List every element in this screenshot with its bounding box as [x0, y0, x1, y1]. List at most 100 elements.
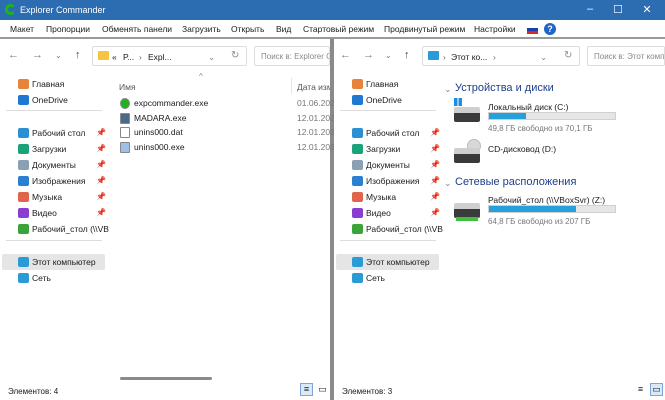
nav-item-label: Загрузки	[32, 144, 67, 154]
menu-start-mode[interactable]: Стартовый режим	[303, 24, 374, 34]
file-name: expcommander.exe	[134, 98, 209, 108]
menu-swap-panels[interactable]: Обменять панели	[102, 24, 172, 34]
search-input[interactable]: Поиск в: Этот комп	[587, 46, 665, 66]
document-icon	[352, 160, 363, 170]
up-button[interactable]: ↑	[404, 49, 410, 61]
installer-icon	[120, 112, 130, 124]
address-dropdown-icon[interactable]: ⌄	[540, 52, 547, 63]
breadcrumb-overflow[interactable]: «	[112, 52, 117, 62]
sort-ascending-icon: ^	[199, 72, 203, 81]
pin-icon[interactable]: 📌	[430, 128, 440, 137]
app-logo-icon	[5, 4, 16, 15]
breadcrumb-separator[interactable]: ›	[493, 52, 496, 62]
column-divider[interactable]	[291, 78, 292, 94]
home-icon	[18, 79, 29, 89]
status-item-count: Элементов: 4	[8, 387, 59, 396]
pin-icon[interactable]: 📌	[430, 208, 440, 217]
drive-usage-bar	[488, 205, 616, 213]
help-icon[interactable]: ?	[544, 23, 556, 35]
drive-name[interactable]: CD-дисковод (D:)	[488, 144, 556, 154]
back-button[interactable]: ←	[8, 49, 19, 61]
nav-divider	[340, 240, 436, 241]
nav-item-label: Изображения	[366, 176, 420, 186]
nav-item-label: Рабочий_стол (\\VB	[366, 224, 443, 234]
group-header-devices[interactable]: Устройства и диски	[455, 82, 554, 94]
pin-icon[interactable]: 📌	[96, 176, 106, 185]
menu-layout[interactable]: Макет	[10, 24, 34, 34]
close-button[interactable]: ✕	[637, 3, 657, 16]
left-panel: ← → ⌄ ↑ « Р... › Expl... ⌄ ↻ Поиск в: Ex…	[0, 40, 340, 400]
recent-dropdown-button[interactable]: ⌄	[385, 51, 392, 60]
forward-button[interactable]: →	[32, 49, 43, 61]
back-button[interactable]: ←	[340, 49, 351, 61]
language-flag-icon[interactable]	[527, 25, 538, 34]
file-row[interactable]: unins000.exe 12.01.2025	[120, 141, 340, 155]
breadcrumb-item[interactable]: Этот ко...	[451, 52, 487, 62]
pin-icon[interactable]: 📌	[430, 160, 440, 169]
pin-icon[interactable]: 📌	[96, 128, 106, 137]
nav-item-label: Рабочий стол	[366, 128, 420, 138]
drive-free-space: 64,8 ГБ свободно из 207 ГБ	[488, 217, 591, 226]
collapse-chevron-icon[interactable]: ⌄	[444, 178, 452, 189]
address-dropdown-icon[interactable]: ⌄	[208, 52, 215, 63]
tiles-view-button[interactable]: ▭	[650, 383, 663, 396]
file-row[interactable]: unins000.dat 12.01.2025	[120, 126, 340, 140]
menu-load[interactable]: Загрузить	[182, 24, 221, 34]
file-row[interactable]: expcommander.exe 01.06.2024	[120, 97, 340, 111]
nav-item-label: Рабочий стол	[32, 128, 86, 138]
pin-icon[interactable]: 📌	[96, 208, 106, 217]
home-icon	[352, 79, 363, 89]
pin-icon[interactable]: 📌	[430, 144, 440, 153]
breadcrumb-item[interactable]: Expl...	[148, 52, 172, 62]
drive-usage-bar	[488, 112, 616, 120]
details-view-button[interactable]: ≡	[634, 383, 647, 396]
nav-divider	[6, 110, 102, 111]
window-title: Explorer Commander	[20, 5, 106, 15]
cloud-icon	[18, 95, 29, 105]
music-icon	[18, 192, 29, 202]
nav-item-label: Рабочий_стол (\\VB	[32, 224, 109, 234]
menu-settings[interactable]: Настройки	[474, 24, 516, 34]
image-icon	[18, 176, 29, 186]
computer-icon	[428, 51, 439, 60]
nav-item-label: Сеть	[32, 273, 51, 283]
nav-item-label: Загрузки	[366, 144, 401, 154]
menu-proportions[interactable]: Пропорции	[46, 24, 90, 34]
forward-button[interactable]: →	[363, 49, 374, 61]
menu-view[interactable]: Вид	[276, 24, 291, 34]
drive-name[interactable]: Локальный диск (C:)	[488, 102, 568, 112]
refresh-icon[interactable]: ↻	[231, 50, 239, 61]
network-drive-icon	[352, 224, 363, 234]
up-button[interactable]: ↑	[75, 49, 81, 61]
computer-icon	[18, 257, 29, 267]
pin-icon[interactable]: 📌	[430, 192, 440, 201]
pin-icon[interactable]: 📌	[96, 160, 106, 169]
tiles-view-button[interactable]: ▭	[316, 383, 329, 396]
menu-advanced-mode[interactable]: Продвинутый режим	[384, 24, 465, 34]
desktop-icon	[352, 128, 363, 138]
column-header-date[interactable]: Дата изм	[297, 82, 330, 92]
collapse-chevron-icon[interactable]: ⌄	[444, 84, 452, 95]
breadcrumb-item[interactable]: Р...	[123, 52, 134, 62]
column-header-name[interactable]: Имя	[119, 82, 136, 92]
details-view-button[interactable]: ≡	[300, 383, 313, 396]
pin-icon[interactable]: 📌	[430, 176, 440, 185]
address-bar[interactable]: › Этот ко... › ⌄ ↻	[422, 46, 580, 66]
nav-item-label: Музыка	[32, 192, 63, 202]
network-icon	[352, 273, 363, 283]
maximize-button[interactable]: ☐	[608, 3, 628, 16]
menu-open[interactable]: Открыть	[231, 24, 264, 34]
drive-name[interactable]: Рабочий_стол (\\VBoxSvr) (Z:)	[488, 195, 605, 205]
pin-icon[interactable]: 📌	[96, 144, 106, 153]
search-input[interactable]: Поиск в: Explorer C	[254, 46, 330, 66]
horizontal-scrollbar[interactable]	[120, 377, 212, 380]
recent-dropdown-button[interactable]: ⌄	[55, 51, 62, 60]
refresh-icon[interactable]: ↻	[564, 50, 572, 61]
file-row[interactable]: MADARA.exe 12.01.2025	[120, 112, 340, 126]
pin-icon[interactable]: 📌	[96, 192, 106, 201]
minimize-button[interactable]: –	[580, 3, 600, 15]
title-bar: Explorer Commander – ☐ ✕	[0, 0, 665, 20]
group-header-network[interactable]: Сетевые расположения	[455, 176, 576, 188]
address-bar[interactable]: « Р... › Expl... ⌄ ↻	[92, 46, 247, 66]
nav-item-label: Видео	[32, 208, 57, 218]
